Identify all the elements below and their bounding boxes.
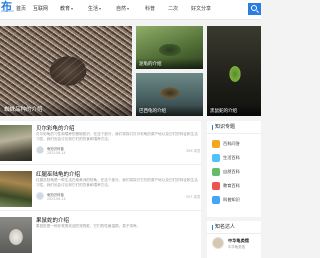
sidebar-topics: 知识专题 百科问答 生活百科 自然百科 教育百科 科普知识 <box>207 121 261 217</box>
article-title[interactable]: 红腿巫陆龟的介绍 <box>36 170 80 178</box>
slider-title[interactable]: 蜘蛛品种的介绍 <box>4 105 43 113</box>
feature-card[interactable]: 巴西龟的介绍 <box>136 73 203 116</box>
nav-item-education[interactable]: 教育▾ <box>60 4 73 14</box>
article-list: 贝尔彩龟的介绍 贝尔彩龟的习性和喂养的基础知识，在这个部分，我们将探讨贝尔彩龟的… <box>0 121 201 258</box>
logo-subtext: jhlp.com <box>1 9 14 13</box>
topic-icon <box>212 168 220 176</box>
topic-item[interactable]: 教育百科 <box>212 181 258 191</box>
article-excerpt: 贝尔彩龟的习性和喂养的基础知识，在这个部分，我们将探讨贝尔彩龟的原产地以及它们的… <box>36 132 198 142</box>
nav-item-nature[interactable]: 自然▾ <box>116 4 129 14</box>
article-thumbnail[interactable] <box>0 125 32 161</box>
topic-icon <box>212 196 220 204</box>
topic-label: 教育百科 <box>223 183 240 188</box>
list-item: 贝尔彩龟的介绍 贝尔彩龟的习性和喂养的基础知识，在这个部分，我们将探讨贝尔彩龟的… <box>0 121 201 165</box>
search-button[interactable] <box>248 3 261 15</box>
slider-pagination <box>42 108 82 116</box>
article-excerpt: 果鼠蛇是一种非常受欢迎的宠物蛇，它们的性格温顺，易于饲养。 <box>36 224 141 228</box>
list-item: 红腿巫陆龟的介绍 红腿巫陆龟是一种生活在南美洲的陆龟，在这个部分，我们将探讨它们… <box>0 167 201 211</box>
topic-item[interactable]: 科普知识 <box>212 195 258 205</box>
nav-item-share[interactable]: 好文分享 <box>191 4 211 14</box>
article-date: 2023-06-14 <box>47 196 66 201</box>
sidebar-authors: 知名达人 中华龟类馆 中华龟类馆 <box>207 221 261 258</box>
avatar[interactable] <box>36 192 44 200</box>
topic-label: 百科问答 <box>223 141 240 146</box>
article-views: 297 浏览 <box>186 195 201 199</box>
article-title[interactable]: 果鼠蛇的介绍 <box>36 216 69 224</box>
author-card[interactable]: 中华龟类馆 中华龟类馆 <box>212 237 258 255</box>
topic-label: 科普知识 <box>223 197 240 202</box>
chevron-down-icon: ▾ <box>127 6 130 11</box>
article-thumbnail[interactable] <box>0 171 32 207</box>
featured-slider[interactable]: 蜘蛛品种的介绍 <box>0 26 132 116</box>
topic-item[interactable]: 自然百科 <box>212 167 258 177</box>
article-date: 2023-06-14 <box>47 150 66 155</box>
nav-item-science[interactable]: 科普 <box>145 4 155 14</box>
topic-label: 自然百科 <box>223 169 240 174</box>
chevron-down-icon: ▾ <box>99 6 102 11</box>
topic-item[interactable]: 百科问答 <box>212 139 258 149</box>
article-title[interactable]: 贝尔彩龟的介绍 <box>36 124 75 132</box>
list-item: 果鼠蛇的介绍 果鼠蛇是一种非常受欢迎的宠物蛇，它们的性格温顺，易于饲养。 <box>0 213 201 257</box>
avatar[interactable] <box>36 146 44 154</box>
nav-item-home[interactable]: 首页 <box>16 4 26 14</box>
feature-card-title: 黑鼠蛇的介绍 <box>210 109 237 114</box>
feature-card[interactable]: 泥龟的介绍 <box>136 26 203 69</box>
avatar[interactable] <box>212 237 224 249</box>
nav-item-internet[interactable]: 互联网 <box>33 4 48 14</box>
feature-card[interactable]: 黑鼠蛇的介绍 <box>207 26 261 116</box>
topic-label: 生活百科 <box>223 155 240 160</box>
topic-icon <box>212 182 220 190</box>
site-header: 布 jhlp.com 首页 互联网 教育▾ 生活▾ 自然▾ 科普 二次 好文分享 <box>0 0 261 20</box>
article-views: 356 浏览 <box>186 149 201 153</box>
topic-item[interactable]: 生活百科 <box>212 153 258 163</box>
feature-card-title: 巴西龟的介绍 <box>139 109 166 114</box>
nav-item-life[interactable]: 生活▾ <box>88 4 101 14</box>
topic-icon <box>212 140 220 148</box>
feature-card-title: 泥龟的介绍 <box>139 62 162 67</box>
author-desc: 中华龟类馆 <box>228 245 245 249</box>
topic-icon <box>212 154 220 162</box>
sidebar-heading: 知识专题 <box>212 125 235 130</box>
nav-item-acg[interactable]: 二次 <box>168 4 178 14</box>
chevron-down-icon: ▾ <box>71 6 74 11</box>
article-excerpt: 红腿巫陆龟是一种生活在南美洲的陆龟，在这个部分，我们将探讨它们的原产地以及它们的… <box>36 178 198 188</box>
article-thumbnail[interactable] <box>0 217 32 253</box>
slider-caption: 蜘蛛品种的介绍 <box>0 102 132 116</box>
sidebar-heading: 知名达人 <box>212 225 235 230</box>
